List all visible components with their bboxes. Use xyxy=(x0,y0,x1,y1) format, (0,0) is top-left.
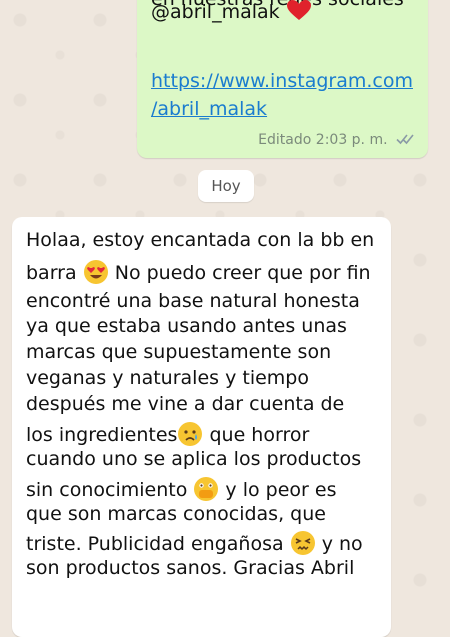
incoming-message-bubble[interactable]: Holaa, estoy encantada con la bb en barr… xyxy=(12,217,391,637)
outgoing-message-bubble[interactable]: en nuestras redes sociales @abril_malak … xyxy=(137,0,428,158)
edited-label: Editado xyxy=(258,132,312,148)
message-text-fragment: y lo peor es xyxy=(225,479,337,501)
message-text-line: @abril_malak xyxy=(151,0,312,23)
message-text-fragment: barra xyxy=(26,262,77,284)
double-check-icon xyxy=(396,134,414,145)
red-heart-icon xyxy=(286,0,311,20)
date-divider: Hoy xyxy=(198,170,254,202)
message-text-line: barra No puedo creer que por fin xyxy=(26,259,371,285)
persevering-face-emoji-icon xyxy=(290,531,315,555)
message-text-line: ya que estaba usando antes unas xyxy=(26,315,347,337)
message-text-line: los ingredientes que horror xyxy=(26,421,309,447)
instagram-link-continued[interactable]: /abril_malak xyxy=(151,98,267,120)
message-meta: Editado 2:03 p. m. xyxy=(258,132,416,148)
message-text-line: encontré una base natural honesta xyxy=(26,290,360,312)
message-text-line: veganas y naturales y tiempo xyxy=(26,367,309,389)
message-text-fragment: No puedo creer que por fin xyxy=(114,262,371,284)
message-text-line: sin conocimiento y lo peor es xyxy=(26,476,336,502)
face-with-hand-over-mouth-emoji-icon xyxy=(194,477,219,501)
message-text-line: marcas que supuestamente son xyxy=(26,341,332,363)
heart-eyes-emoji-icon xyxy=(83,260,108,284)
message-text-fragment: y no xyxy=(321,533,363,555)
message-text-fragment: triste. Publicidad engañosa xyxy=(26,533,284,555)
message-text-line: después me vine a dar cuenta de xyxy=(26,393,345,415)
message-text-line: Holaa, estoy encantada con la bb en xyxy=(26,229,375,251)
message-text-fragment: los ingredientes xyxy=(26,424,178,446)
message-text-line: que son marcas conocidas, que xyxy=(26,503,326,525)
sad-tear-emoji-icon xyxy=(178,422,203,446)
message-text-fragment: que horror xyxy=(209,424,310,446)
message-text-line: cuando uno se aplica los productos xyxy=(26,448,362,470)
message-text-line: son productos sanos. Gracias Abril xyxy=(26,557,355,579)
message-time: 2:03 p. m. xyxy=(315,132,388,148)
message-text-line: triste. Publicidad engañosa y no xyxy=(26,530,363,556)
instagram-link[interactable]: https://www.instagram.com xyxy=(151,70,413,92)
message-text-fragment: sin conocimiento xyxy=(26,479,188,501)
message-text-fragment: @abril_malak xyxy=(151,1,280,23)
